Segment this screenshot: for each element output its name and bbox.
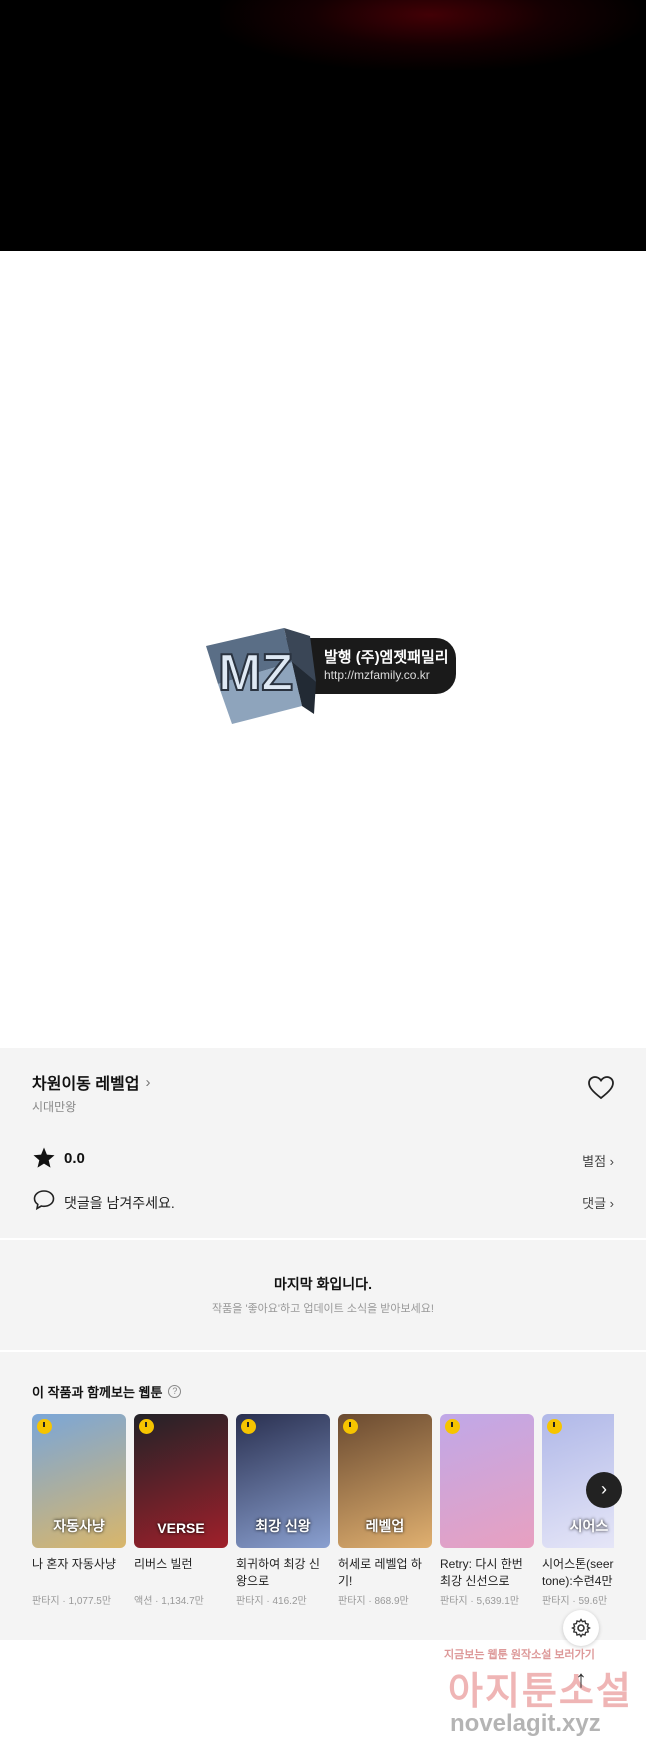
recommendation-meta: 판타지 · 416.2만	[236, 1596, 307, 1607]
rating-score: 0.0	[64, 1150, 85, 1167]
series-title-link[interactable]: 차원이동 레벨업 ›	[32, 1070, 151, 1094]
carousel-next-button[interactable]: ›	[586, 1472, 622, 1508]
scroll-top-button[interactable]: ↑	[563, 1666, 599, 1702]
help-icon[interactable]: ?	[168, 1385, 182, 1398]
arrow-up-icon: ↑	[575, 1666, 587, 1693]
recommendation-cover[interactable]: VERSE	[134, 1414, 228, 1548]
recommendations-title: 이 작품과 함께보는 웹툰	[32, 1385, 163, 1400]
recommendation-cover[interactable]: 최강 신왕	[236, 1414, 330, 1548]
recommendation-card[interactable]: VERSE 리버스 빌런액션 · 1,134.7만	[134, 1414, 228, 1607]
recommendation-meta: 판타지 · 59.6만	[542, 1596, 608, 1607]
comment-link-label: 댓글	[582, 1196, 607, 1211]
recommendation-meta: 판타지 · 1,077.5만	[32, 1596, 112, 1607]
publisher-label: 발행 (주)엠젯패밀리	[324, 649, 449, 666]
recommendation-title[interactable]: 시어스톤(seer tone):수련4만	[542, 1556, 614, 1590]
last-episode-subtext: 작품을 '좋아요'하고 업데이트 소식을 받아보세요!	[212, 1303, 434, 1315]
watermark-domain: novelagit.xyz	[450, 1710, 601, 1737]
speech-bubble-icon	[33, 1190, 55, 1211]
clock-icon	[547, 1419, 562, 1434]
recommendations-carousel[interactable]: 자동사냥나 혼자 자동사냥판타지 · 1,077.5만 VERSE 리버스 빌런액션…	[32, 1414, 614, 1614]
cover-title: 최강 신왕	[255, 1518, 311, 1534]
cover-title: 시어스	[569, 1518, 609, 1534]
rating-link[interactable]: 별점 ›	[582, 1151, 614, 1170]
clock-icon	[241, 1419, 256, 1434]
recommendation-meta: 판타지 · 5,639.1만	[440, 1596, 520, 1607]
site-watermark: 지금보는 웹툰 원작소설 보러가기 아지툰소설 novelagit.xyz	[430, 1640, 646, 1756]
recommendations-heading: 이 작품과 함께보는 웹툰 ?	[32, 1382, 182, 1401]
clock-icon	[445, 1419, 460, 1434]
gear-icon	[571, 1618, 591, 1638]
cover-title: 레벨업	[365, 1518, 405, 1534]
mz-logo: MZ	[206, 628, 316, 724]
episode-image-end	[0, 0, 646, 251]
recommendations-section: 이 작품과 함께보는 웹툰 ? 자동사냥나 혼자 자동사냥판타지 · 1,077…	[0, 1352, 646, 1640]
recommendation-card[interactable]: 레벨업허세로 레벨업 하기! 판타지 · 868.9만	[338, 1414, 432, 1607]
recommendation-cover[interactable]	[440, 1414, 534, 1548]
chevron-right-icon: ›	[609, 1154, 614, 1169]
cover-title: 자동사냥	[53, 1518, 105, 1534]
rating-link-label: 별점	[582, 1154, 607, 1169]
last-episode-heading: 마지막 화입니다.	[274, 1276, 372, 1292]
clock-icon	[139, 1419, 154, 1434]
series-title: 차원이동 레벨업	[32, 1076, 140, 1093]
recommendation-card[interactable]: 최강 신왕회귀하여 최강 신왕으로판타지 · 416.2만	[236, 1414, 330, 1607]
recommendation-title[interactable]: 허세로 레벨업 하기!	[338, 1556, 432, 1590]
mz-logo-text: MZ	[218, 644, 293, 702]
episode-info-panel: 차원이동 레벨업 › 시대만왕 0.0 별점 › 댓글을 남겨주세요. 댓글 ›	[0, 1048, 646, 1238]
recommendation-title[interactable]: 회귀하여 최강 신왕으로	[236, 1556, 330, 1590]
chevron-right-icon: ›	[609, 1196, 614, 1211]
recommendation-meta: 액션 · 1,134.7만	[134, 1596, 204, 1607]
recommendation-meta: 판타지 · 868.9만	[338, 1596, 409, 1607]
recommendation-card[interactable]: 시어스시어스톤(seer tone):수련4만판타지 · 59.6만	[542, 1414, 614, 1607]
hero-glow	[220, 0, 640, 70]
comment-row[interactable]: 댓글을 남겨주세요. 댓글 ›	[32, 1188, 614, 1216]
star-icon	[33, 1147, 55, 1168]
heart-icon[interactable]	[588, 1076, 614, 1100]
recommendation-title[interactable]: 리버스 빌런	[134, 1556, 228, 1590]
recommendation-card[interactable]: Retry: 다시 한번 최강 신선으로판타지 · 5,639.1만	[440, 1414, 534, 1607]
comment-link[interactable]: 댓글 ›	[582, 1193, 614, 1212]
last-episode-notice: 마지막 화입니다. 작품을 '좋아요'하고 업데이트 소식을 받아보세요!	[0, 1240, 646, 1350]
recommendation-title[interactable]: Retry: 다시 한번 최강 신선으로	[440, 1556, 534, 1590]
series-author: 시대만왕	[32, 1100, 77, 1114]
publisher-url: http://mzfamily.co.kr	[324, 668, 430, 682]
recommendation-title[interactable]: 나 혼자 자동사냥	[32, 1556, 126, 1590]
clock-icon	[343, 1419, 358, 1434]
recommendation-cover[interactable]: 자동사냥	[32, 1414, 126, 1548]
clock-icon	[37, 1419, 52, 1434]
cover-title: VERSE	[157, 1520, 205, 1536]
publisher-banner: 발행 (주)엠젯패밀리 http://mzfamily.co.kr MZ	[198, 622, 458, 726]
watermark-brand: 아지툰소설	[448, 1671, 633, 1713]
recommendation-card[interactable]: 자동사냥나 혼자 자동사냥판타지 · 1,077.5만	[32, 1414, 126, 1607]
recommendation-cover[interactable]: 레벨업	[338, 1414, 432, 1548]
chevron-right-icon: ›	[145, 1073, 151, 1091]
comment-prompt: 댓글을 남겨주세요.	[64, 1195, 175, 1211]
rating-row[interactable]: 0.0 별점 ›	[32, 1146, 614, 1174]
